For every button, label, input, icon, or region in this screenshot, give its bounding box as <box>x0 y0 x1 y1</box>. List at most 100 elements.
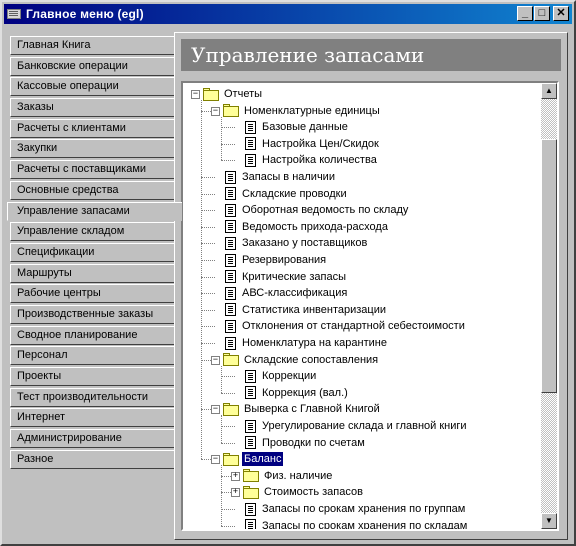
nav-item[interactable]: Главная Книга <box>10 36 175 55</box>
tree-report-item[interactable]: Заказано у поставщиков <box>223 235 369 251</box>
tree-item-label: Складские проводки <box>242 187 347 200</box>
tree-report-item[interactable]: Проводки по счетам <box>243 435 367 451</box>
tree-connector <box>221 160 235 162</box>
tree-connector <box>201 293 215 295</box>
scroll-thumb[interactable] <box>541 139 557 393</box>
tree-folder-item[interactable]: Баланс <box>223 451 284 467</box>
expand-icon[interactable]: + <box>231 471 240 481</box>
tree-connector <box>221 365 222 393</box>
minimize-button[interactable]: _ <box>517 6 533 21</box>
tree-report-item[interactable]: Настройка Цен/Скидок <box>243 136 381 152</box>
collapse-icon[interactable]: − <box>211 355 220 365</box>
collapse-icon[interactable]: − <box>211 405 220 415</box>
tree-connector <box>201 343 215 344</box>
tree-connector <box>221 465 222 526</box>
tree-report-item[interactable]: Запасы в наличии <box>223 169 337 185</box>
tree-item-label: Отчеты <box>224 88 263 100</box>
tree-connector <box>201 100 202 460</box>
tree-item-label: Запасы по срокам хранения по группам <box>262 503 466 515</box>
folder-icon <box>223 402 239 416</box>
collapse-icon[interactable]: − <box>191 90 200 99</box>
vertical-scrollbar[interactable]: ▲ ▼ <box>541 83 557 529</box>
tree-report-item[interactable]: Ведомость прихода-расхода <box>223 219 390 235</box>
tree-folder-item[interactable]: Стоимость запасов <box>243 484 365 500</box>
title-bar[interactable]: Главное меню (egl) _ □ ✕ <box>4 4 572 24</box>
tree-item-label: Коррекции <box>262 370 317 383</box>
tree-item-label: Урегулирование склада и главной книги <box>262 420 467 432</box>
tree-folder-item[interactable]: Номенклатурные единицы <box>223 103 382 119</box>
nav-item[interactable]: Расчеты с клиентами <box>10 118 175 138</box>
nav-item[interactable]: Управление складом <box>10 222 175 242</box>
tree-report-item[interactable]: Базовые данные <box>243 119 350 135</box>
nav-item[interactable]: Производственные заказы <box>10 304 175 324</box>
report-icon <box>245 153 256 167</box>
tree-folder-item[interactable]: Физ. наличие <box>243 468 334 484</box>
nav-item[interactable]: Спецификации <box>10 242 175 262</box>
tree-report-item[interactable]: Складские проводки <box>223 186 349 202</box>
tree-report-item[interactable]: Критические запасы <box>223 269 348 285</box>
nav-item[interactable]: Тест производительности <box>10 387 175 407</box>
scroll-up-button[interactable]: ▲ <box>541 83 557 99</box>
tree-item-label: Коррекция (вал.) <box>262 386 348 399</box>
tree-report-item[interactable]: Настройка количества <box>243 152 379 168</box>
tree-report-item[interactable]: Статистика инвентаризации <box>223 302 388 318</box>
folder-icon <box>223 452 239 466</box>
tree-item-label: Заказано у поставщиков <box>242 237 368 250</box>
report-icon <box>225 303 236 317</box>
tree-item-label: Базовые данные <box>262 121 348 134</box>
collapse-icon[interactable]: − <box>211 455 220 465</box>
expand-icon[interactable]: + <box>231 488 240 498</box>
tree-connector <box>201 276 215 278</box>
nav-item[interactable]: Управление запасами <box>7 201 182 221</box>
tree-connector <box>221 376 235 378</box>
tree-item-label: Складские сопоставления <box>244 353 379 366</box>
nav-item[interactable]: Закупки <box>10 139 175 159</box>
nav-item[interactable]: Кассовые операции <box>10 77 175 97</box>
application-icon <box>7 7 21 21</box>
tree-item-label: Настройка Цен/Скидок <box>262 137 379 150</box>
tree-report-item[interactable]: Резервирования <box>223 252 328 268</box>
tree-report-item[interactable]: Запасы по срокам хранения по складам <box>243 518 469 529</box>
nav-item[interactable]: Расчеты с поставщиками <box>10 160 175 180</box>
tree-report-item[interactable]: Оборотная ведомость по складу <box>223 202 410 218</box>
main-menu-window: Главное меню (egl) _ □ ✕ Главная Книга Ба… <box>0 0 576 546</box>
scroll-down-button[interactable]: ▼ <box>541 513 557 529</box>
collapse-icon[interactable]: − <box>211 106 220 116</box>
tree-connector <box>201 226 215 228</box>
report-icon <box>225 187 236 201</box>
close-button[interactable]: ✕ <box>553 6 569 21</box>
nav-item[interactable]: Рабочие центры <box>10 284 175 304</box>
nav-item[interactable]: Сводное планирование <box>10 325 175 345</box>
nav-item[interactable]: Основные средства <box>10 180 175 200</box>
nav-item[interactable]: Заказы <box>10 98 175 118</box>
tree-folder-item[interactable]: Складские сопоставления <box>223 352 380 368</box>
report-icon <box>245 419 256 433</box>
nav-item[interactable]: Администрирование <box>10 429 175 449</box>
tree-connector <box>201 177 215 178</box>
report-icon <box>225 170 236 184</box>
tree-report-item[interactable]: Номенклатура на карантине <box>223 335 389 351</box>
tree-folder-item[interactable]: Выверка с Главной Книгой <box>223 401 382 417</box>
maximize-button[interactable]: □ <box>534 6 550 21</box>
nav-item[interactable]: Банковские операции <box>10 56 175 76</box>
tree-item-label: Выверка с Главной Книгой <box>244 403 380 416</box>
tree-report-item[interactable]: Урегулирование склада и главной книги <box>243 418 469 434</box>
nav-item[interactable]: Персонал <box>10 346 175 366</box>
nav-item[interactable]: Интернет <box>10 408 175 428</box>
folder-icon <box>243 485 259 499</box>
report-icon <box>225 203 236 217</box>
tree-connector <box>221 143 235 145</box>
tree-folder-item[interactable]: Отчеты <box>203 86 264 102</box>
tree-report-item[interactable]: Коррекция (вал.) <box>243 385 350 401</box>
tree-item-label: Критические запасы <box>242 270 346 283</box>
tree-connector <box>221 442 235 444</box>
tree-report-item[interactable]: АВС-классификация <box>223 285 349 301</box>
nav-item[interactable]: Проекты <box>10 367 175 386</box>
tree-report-item[interactable]: Запасы по срокам хранения по группам <box>243 501 467 517</box>
nav-item[interactable]: Разное <box>10 449 175 469</box>
tree-item-label: Запасы в наличии <box>242 171 335 183</box>
nav-item[interactable]: Маршруты <box>10 263 175 283</box>
tree-report-item[interactable]: Отклонения от стандартной себестоимости <box>223 318 467 334</box>
tree-report-item[interactable]: Коррекции <box>243 368 318 384</box>
report-icon <box>245 436 256 450</box>
